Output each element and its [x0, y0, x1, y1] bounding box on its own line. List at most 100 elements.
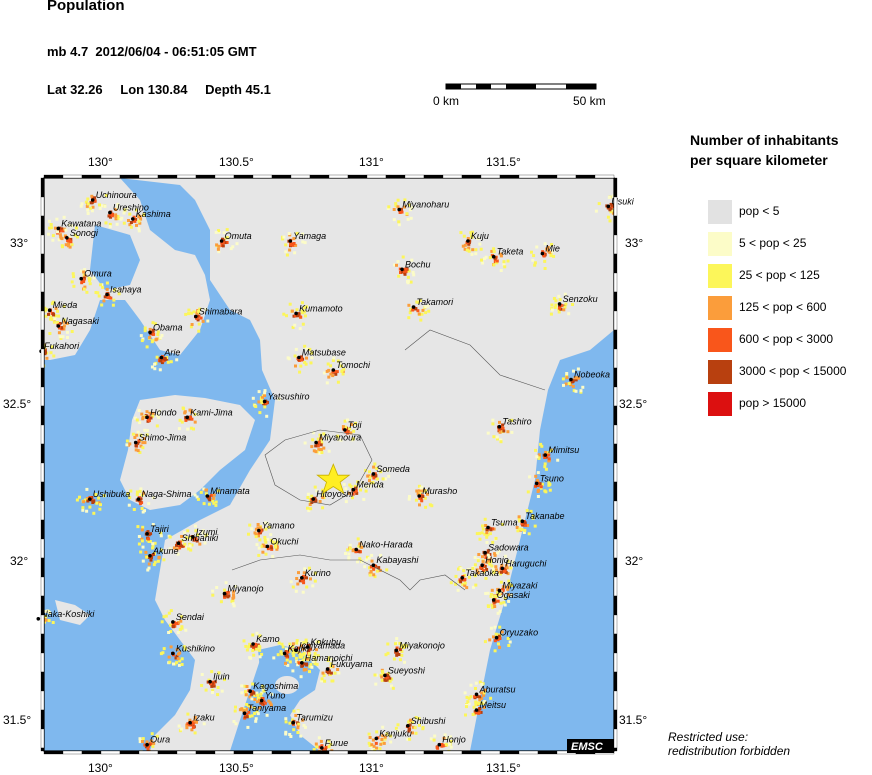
population-cell [183, 411, 187, 415]
frame-tick [423, 750, 444, 755]
population-cell [154, 756, 157, 759]
population-cell [140, 339, 144, 343]
population-cell [159, 652, 163, 656]
population-cell [526, 490, 530, 494]
population-cell [581, 385, 585, 389]
frame-tick [40, 728, 45, 749]
population-cell [190, 323, 194, 326]
population-cell [315, 662, 319, 666]
population-cell [469, 683, 473, 687]
population-cell [215, 586, 219, 589]
population-cell [135, 418, 139, 422]
city-label: Fukuyama [331, 659, 373, 669]
population-cell [51, 238, 55, 242]
frame-tick [518, 750, 539, 755]
population-cell [189, 426, 193, 430]
population-cell [168, 660, 172, 664]
population-cell [265, 414, 269, 418]
population-cell [111, 303, 115, 307]
population-cell [367, 556, 371, 560]
population-cell [543, 462, 547, 466]
population-cell [85, 290, 89, 294]
frame-tick [195, 174, 216, 179]
population-cell [364, 558, 368, 562]
population-cell [327, 368, 331, 372]
population-cell [537, 488, 540, 492]
city-label: Obama [153, 322, 183, 332]
population-cell [357, 549, 361, 553]
city-label: Kamo [256, 634, 280, 644]
population-cell [473, 556, 477, 559]
population-cell [193, 420, 197, 424]
population-cell [368, 736, 372, 739]
population-cell [380, 678, 384, 682]
legend-label: 125 < pop < 600 [739, 300, 827, 314]
population-cell [199, 490, 203, 494]
population-cell [127, 503, 131, 507]
population-cell [461, 244, 465, 248]
population-cell [499, 440, 503, 444]
population-cell [296, 582, 300, 586]
population-cell [289, 580, 293, 584]
population-cell [556, 458, 560, 462]
population-cell [146, 747, 150, 751]
population-cell [155, 424, 159, 428]
population-cell [474, 687, 477, 690]
frame-tick [613, 595, 618, 616]
population-cell [251, 633, 255, 637]
population-cell [168, 535, 172, 539]
population-cell [342, 482, 346, 486]
population-cell [465, 705, 468, 709]
city-label: Isahaya [110, 285, 142, 295]
population-cell [86, 202, 90, 206]
population-cell [306, 506, 309, 510]
population-cell [151, 542, 155, 546]
population-cell [211, 589, 215, 593]
population-cell [495, 435, 499, 439]
population-cell [58, 335, 62, 339]
population-cell [463, 691, 467, 695]
population-cell [255, 647, 258, 651]
city-marker [354, 547, 359, 552]
population-cell [141, 416, 145, 419]
population-cell [375, 569, 379, 573]
city-marker [294, 311, 298, 316]
population-cell [70, 330, 74, 333]
population-cell [256, 693, 260, 697]
population-cell [272, 656, 276, 660]
population-cell [403, 660, 406, 664]
population-cell [147, 540, 151, 543]
population-cell [86, 197, 90, 201]
population-cell [282, 235, 286, 239]
frame-tick [271, 174, 292, 179]
city-label: Yatsushiro [268, 392, 310, 402]
legend-swatch [708, 392, 732, 416]
population-cell [182, 407, 185, 411]
city-marker [297, 355, 301, 360]
population-cell [309, 507, 313, 511]
population-cell [45, 356, 49, 360]
population-cell [382, 741, 386, 745]
city-marker [371, 563, 376, 567]
city-label: Tomochi [336, 360, 371, 370]
frame-tick [271, 750, 292, 755]
population-cell [151, 339, 155, 343]
population-cell [486, 591, 490, 595]
population-cell [418, 503, 421, 507]
frame-tick [613, 538, 618, 559]
population-cell [348, 546, 352, 550]
population-cell [137, 409, 141, 412]
population-cell [493, 639, 497, 643]
frame-tick [62, 750, 83, 755]
population-cell [311, 438, 315, 442]
population-cell [284, 717, 288, 721]
population-cell [490, 588, 494, 592]
population-cell [191, 722, 195, 726]
city-marker [557, 302, 562, 306]
population-cell [247, 532, 250, 536]
legend-title-line1: Number of inhabitants [690, 132, 839, 148]
population-cell [114, 213, 118, 217]
city-marker [282, 651, 287, 656]
population-cell [223, 588, 227, 592]
population-cell [470, 252, 474, 256]
